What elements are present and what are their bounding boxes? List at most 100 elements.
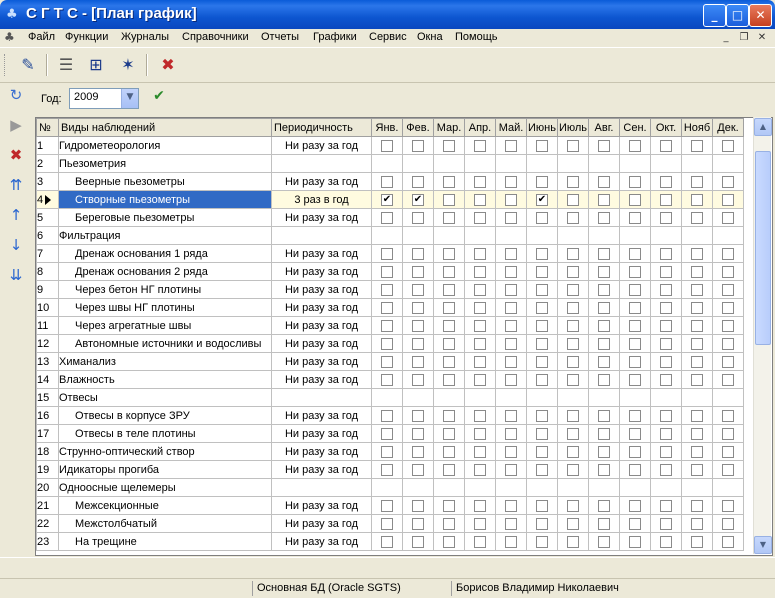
month-cell[interactable] <box>371 514 403 533</box>
month-cell[interactable] <box>681 370 713 389</box>
month-cell[interactable] <box>371 280 403 299</box>
month-cell[interactable] <box>402 136 434 155</box>
month-cell[interactable] <box>681 172 713 191</box>
month-cell[interactable] <box>526 352 558 371</box>
month-checkbox[interactable] <box>505 301 517 314</box>
grid-scrollbar[interactable]: ▲ ▼ <box>753 117 772 554</box>
month-checkbox[interactable] <box>567 499 579 512</box>
month-checkbox[interactable] <box>660 535 672 548</box>
month-checkbox[interactable] <box>536 427 548 440</box>
month-cell[interactable] <box>681 190 713 209</box>
plot-icon[interactable]: ✶ <box>116 53 140 77</box>
month-checkbox[interactable] <box>598 211 610 224</box>
month-cell[interactable] <box>650 442 682 461</box>
menu-file[interactable]: Файл <box>28 31 55 43</box>
month-checkbox[interactable] <box>443 265 455 278</box>
month-cell[interactable] <box>712 298 744 317</box>
month-checkbox[interactable] <box>722 211 734 224</box>
month-checkbox[interactable] <box>660 409 672 422</box>
header-month[interactable]: Апр. <box>464 118 496 137</box>
month-checkbox[interactable] <box>536 139 548 152</box>
month-cell[interactable] <box>464 280 496 299</box>
move-bottom-icon[interactable]: ⇊ <box>4 264 28 286</box>
month-checkbox[interactable] <box>505 283 517 296</box>
month-cell[interactable] <box>433 424 465 443</box>
month-cell[interactable] <box>619 406 651 425</box>
month-checkbox[interactable] <box>691 499 703 512</box>
month-checkbox[interactable] <box>629 427 641 440</box>
month-cell[interactable] <box>371 532 403 551</box>
header-month[interactable]: Июнь <box>526 118 558 137</box>
month-cell[interactable] <box>371 172 403 191</box>
month-checkbox[interactable] <box>505 139 517 152</box>
month-cell[interactable] <box>650 298 682 317</box>
table-row[interactable]: 15 Отвесы <box>36 388 744 407</box>
month-checkbox[interactable] <box>474 265 486 278</box>
report-edit-icon[interactable]: ✎ <box>16 53 40 77</box>
periodicity-cell[interactable]: Ни разу за год <box>271 280 372 299</box>
month-cell[interactable] <box>495 406 527 425</box>
month-cell[interactable] <box>650 532 682 551</box>
month-checkbox[interactable] <box>598 139 610 152</box>
month-checkbox[interactable] <box>567 373 579 386</box>
table-row[interactable]: 9 Через бетон НГ плотины Ни разу за год <box>36 280 744 299</box>
month-cell[interactable] <box>402 334 434 353</box>
month-cell[interactable] <box>681 424 713 443</box>
observation-name[interactable]: Гидрометеорология <box>58 136 272 155</box>
month-checkbox[interactable] <box>567 283 579 296</box>
month-cell[interactable] <box>619 172 651 191</box>
observation-name[interactable]: Береговые пьезометры <box>58 208 272 227</box>
month-cell[interactable] <box>464 532 496 551</box>
month-cell[interactable] <box>433 406 465 425</box>
mdi-restore-button[interactable]: ❐ <box>737 31 751 44</box>
table-row[interactable]: 11 Через агрегатные швы Ни разу за год <box>36 316 744 335</box>
close-button[interactable]: ✕ <box>749 4 772 27</box>
list-icon[interactable]: ☰ <box>54 53 78 77</box>
month-cell[interactable] <box>650 460 682 479</box>
month-cell[interactable] <box>433 136 465 155</box>
month-checkbox[interactable] <box>474 409 486 422</box>
month-cell[interactable] <box>557 352 589 371</box>
month-checkbox[interactable] <box>567 355 579 368</box>
month-checkbox[interactable]: ✔ <box>536 193 548 206</box>
month-checkbox[interactable] <box>722 301 734 314</box>
observation-name[interactable]: Отвесы <box>58 388 272 407</box>
month-cell[interactable] <box>557 514 589 533</box>
month-cell[interactable] <box>588 496 620 515</box>
month-checkbox[interactable] <box>505 337 517 350</box>
table-row[interactable]: 6 Фильтрация <box>36 226 744 245</box>
month-cell[interactable] <box>464 370 496 389</box>
month-cell[interactable] <box>371 262 403 281</box>
observation-name[interactable]: Через швы НГ плотины <box>58 298 272 317</box>
month-checkbox[interactable] <box>691 283 703 296</box>
scroll-up-icon[interactable]: ▲ <box>754 118 772 136</box>
month-cell[interactable] <box>712 370 744 389</box>
month-cell[interactable] <box>650 280 682 299</box>
month-checkbox[interactable] <box>536 409 548 422</box>
month-cell[interactable] <box>495 334 527 353</box>
month-cell[interactable] <box>588 370 620 389</box>
month-checkbox[interactable] <box>567 427 579 440</box>
month-cell[interactable] <box>712 442 744 461</box>
month-checkbox[interactable] <box>567 319 579 332</box>
month-cell[interactable] <box>402 208 434 227</box>
month-checkbox[interactable] <box>505 427 517 440</box>
month-checkbox[interactable] <box>474 175 486 188</box>
month-cell[interactable] <box>495 442 527 461</box>
month-cell[interactable] <box>402 424 434 443</box>
month-cell[interactable] <box>557 424 589 443</box>
month-cell[interactable] <box>464 424 496 443</box>
month-checkbox[interactable] <box>474 535 486 548</box>
periodicity-cell[interactable]: Ни разу за год <box>271 460 372 479</box>
month-cell[interactable] <box>557 460 589 479</box>
month-checkbox[interactable] <box>567 301 579 314</box>
periodicity-cell[interactable]: Ни разу за год <box>271 244 372 263</box>
month-cell[interactable] <box>681 352 713 371</box>
month-cell[interactable] <box>712 262 744 281</box>
month-cell[interactable] <box>464 352 496 371</box>
month-checkbox[interactable] <box>722 517 734 530</box>
month-checkbox[interactable] <box>691 445 703 458</box>
month-cell[interactable] <box>588 514 620 533</box>
table-row[interactable]: 23 На трещине Ни разу за год <box>36 532 744 551</box>
table-row[interactable]: 10 Через швы НГ плотины Ни разу за год <box>36 298 744 317</box>
